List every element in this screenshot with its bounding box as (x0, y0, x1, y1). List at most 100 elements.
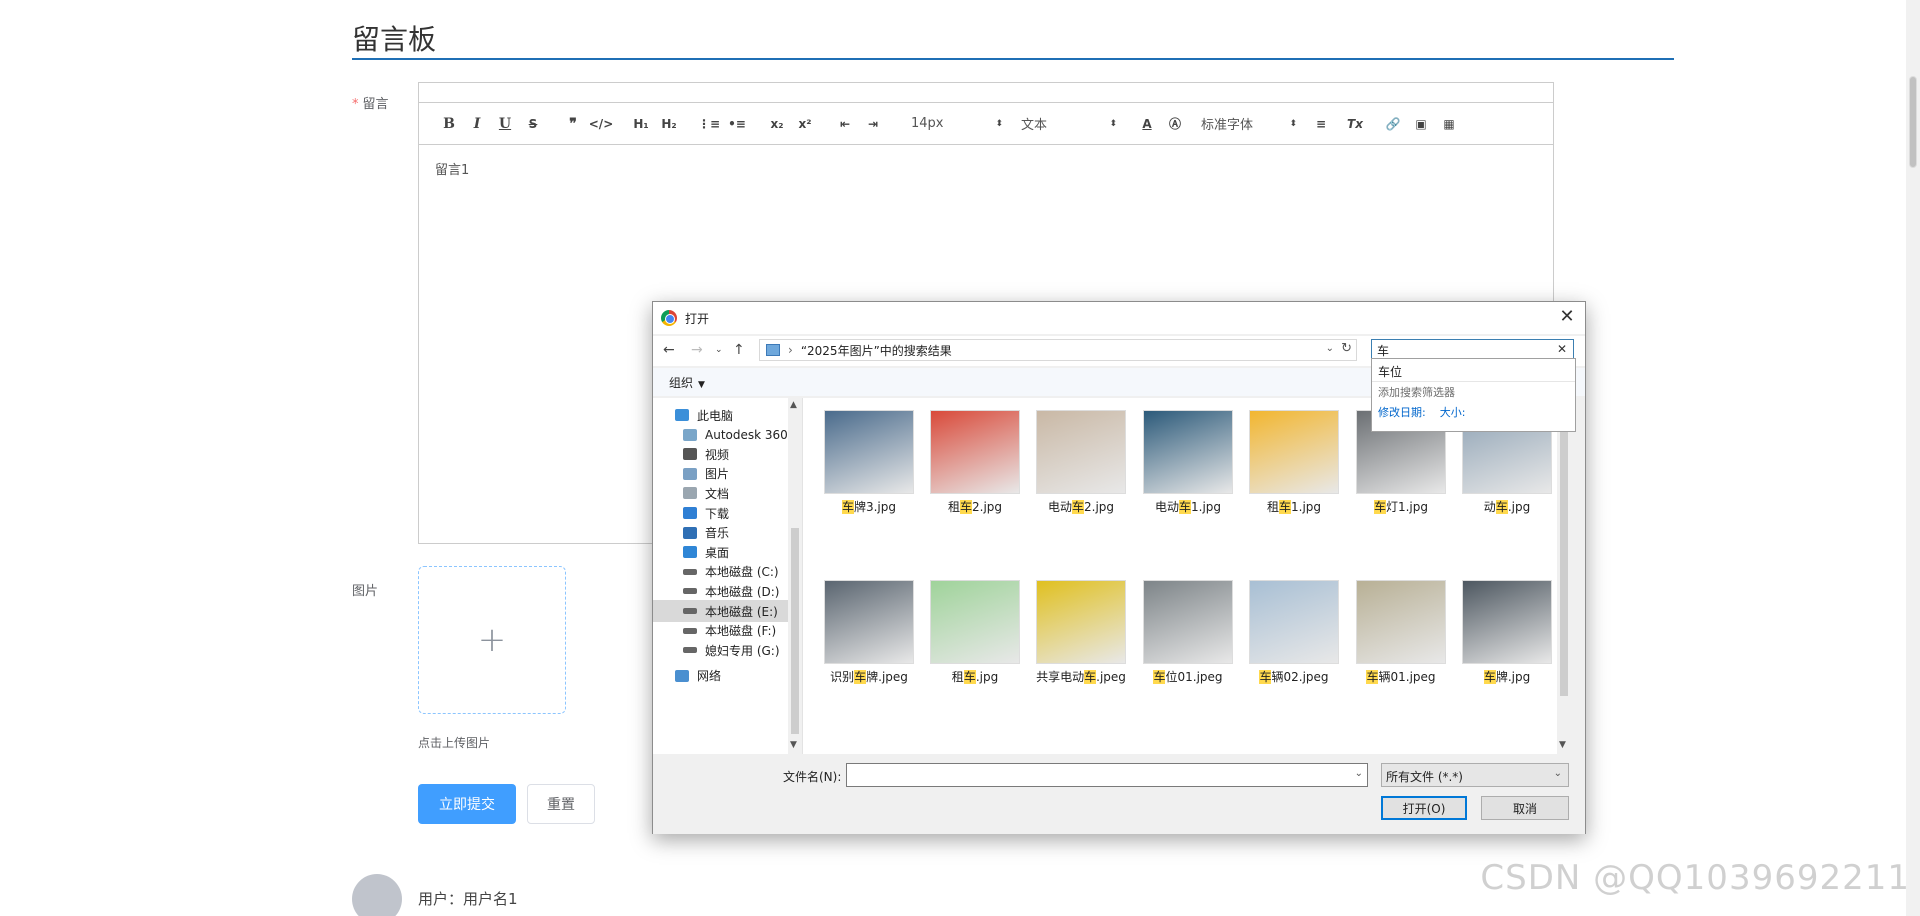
close-icon[interactable]: ✕ (1555, 306, 1579, 327)
ordered-list-icon[interactable]: ⋮≡ (695, 112, 723, 136)
subscript-icon[interactable]: x₂ (763, 112, 791, 136)
indent-icon[interactable]: ⇥ (859, 112, 887, 136)
nav-item-label: Autodesk 360 (705, 427, 788, 442)
clear-search-icon[interactable]: ✕ (1557, 342, 1567, 356)
organize-label: 组织 (669, 375, 694, 390)
file-thumbnail (1249, 410, 1339, 494)
drive-icon (683, 588, 697, 595)
file-thumbnail (930, 580, 1020, 664)
underline-icon[interactable]: U (491, 112, 519, 136)
strike-icon[interactable]: S (519, 112, 547, 136)
outdent-icon[interactable]: ⇤ (831, 112, 859, 136)
scroll-down-icon[interactable]: ▼ (1559, 740, 1566, 750)
block-type-select[interactable]: 文本 ⬍ (1017, 112, 1121, 136)
file-thumbnail (1249, 580, 1339, 664)
select-arrow-icon: ⬍ (1289, 118, 1297, 129)
file-item[interactable]: 租车1.jpg (1246, 410, 1342, 516)
page-scrollbar[interactable] (1906, 0, 1920, 916)
clear-format-icon[interactable]: Tx (1341, 112, 1369, 136)
documents-folder-icon (683, 487, 697, 500)
forward-icon[interactable]: → (691, 342, 703, 358)
filter-modified-link[interactable]: 修改日期: (1378, 406, 1426, 419)
up-icon[interactable]: ↑ (733, 342, 745, 358)
file-item[interactable]: 共享电动车.jpeg (1033, 580, 1129, 686)
file-item[interactable]: 车位01.jpeg (1140, 580, 1236, 686)
image-icon[interactable]: ▣ (1407, 112, 1435, 136)
required-mark: * (352, 97, 359, 112)
filter-links: 修改日期: 大小: (1372, 400, 1575, 424)
file-item[interactable]: 电动车2.jpg (1033, 410, 1129, 516)
file-thumbnail (824, 580, 914, 664)
h2-icon[interactable]: H₂ (655, 112, 683, 136)
search-suggestions: 车位 添加搜索筛选器 修改日期: 大小: (1371, 358, 1576, 432)
file-name: 车牌.jpg (1483, 670, 1531, 684)
video-icon[interactable]: ▦ (1435, 112, 1463, 136)
network-icon (675, 669, 689, 682)
organize-menu[interactable]: 组织 ▼ (669, 374, 705, 391)
file-name: 动车.jpg (1483, 500, 1531, 514)
caret-down-icon: ▼ (698, 379, 705, 390)
file-item[interactable]: 租车.jpg (927, 580, 1023, 686)
code-icon[interactable]: </> (587, 112, 615, 136)
nav-scrollbar[interactable]: ▲ ▼ (788, 398, 802, 754)
file-item[interactable]: 电动车1.jpg (1140, 410, 1236, 516)
nav-item-label: 本地磁盘 (E:) (705, 604, 778, 619)
refresh-icon[interactable]: ↻ (1341, 341, 1352, 356)
file-item[interactable]: 识别车牌.jpeg (821, 580, 917, 686)
cancel-button[interactable]: 取消 (1481, 796, 1569, 820)
reset-button[interactable]: 重置 (527, 784, 595, 824)
link-icon[interactable]: 🔗 (1379, 112, 1407, 136)
file-thumbnail (930, 410, 1020, 494)
file-name: 车牌3.jpg (841, 500, 897, 514)
font-color-icon[interactable]: A (1133, 112, 1161, 136)
scroll-down-icon[interactable]: ▼ (790, 740, 797, 750)
file-item[interactable]: 车牌3.jpg (821, 410, 917, 516)
italic-icon[interactable]: I (463, 112, 491, 136)
image-uploader[interactable]: + (418, 566, 566, 714)
filetype-select[interactable]: 所有文件 (*.*) ⌄ (1381, 763, 1569, 787)
dialog-titlebar: 打开 ✕ (653, 302, 1585, 334)
scroll-thumb[interactable] (791, 528, 799, 734)
editor-content[interactable]: 留言1 (419, 145, 1553, 192)
search-value: 车 (1377, 343, 1390, 358)
select-arrow-icon: ⬍ (1109, 118, 1117, 129)
quote-icon[interactable]: ❞ (559, 112, 587, 136)
address-bar[interactable]: › “2025年图片”中的搜索结果 ⌄ ↻ (759, 339, 1357, 361)
back-icon[interactable]: ← (663, 342, 675, 358)
nav-item[interactable]: 媳妇专用 (G:) (653, 639, 789, 661)
file-thumbnail (1036, 410, 1126, 494)
scroll-thumb[interactable] (1909, 76, 1917, 168)
dialog-footer: 文件名(N): ⌄ 所有文件 (*.*) ⌄ 打开(O) 取消 (653, 754, 1585, 834)
block-type-value: 文本 (1021, 118, 1048, 133)
scroll-thumb[interactable] (1560, 416, 1568, 696)
nav-item[interactable]: 网络 (653, 665, 789, 687)
font-family-select[interactable]: 标准字体 ⬍ (1197, 112, 1301, 136)
file-name: 车位01.jpeg (1153, 670, 1223, 684)
filename-input[interactable]: ⌄ (846, 763, 1368, 787)
submit-button[interactable]: 立即提交 (418, 784, 516, 824)
recent-dropdown-icon[interactable]: ⌄ (715, 345, 723, 355)
suggestion-item[interactable]: 车位 (1372, 359, 1575, 381)
file-item[interactable]: 车辆01.jpeg (1353, 580, 1449, 686)
drive-icon (683, 627, 697, 634)
filter-size-link[interactable]: 大小: (1440, 406, 1466, 419)
file-item[interactable]: 租车2.jpg (927, 410, 1023, 516)
chevron-down-icon[interactable]: ⌄ (1355, 768, 1363, 779)
nav-item-label: 下载 (705, 506, 730, 521)
superscript-icon[interactable]: x² (791, 112, 819, 136)
bullet-list-icon[interactable]: •≡ (723, 112, 751, 136)
file-item[interactable]: 车辆02.jpeg (1246, 580, 1342, 686)
background-color-icon[interactable]: Ⓐ (1161, 112, 1189, 136)
font-size-select[interactable]: 14px ⬍ (907, 112, 1007, 136)
scroll-up-icon[interactable]: ▲ (790, 400, 797, 410)
file-name: 共享电动车.jpeg (1036, 670, 1126, 684)
font-family-value: 标准字体 (1201, 118, 1254, 133)
drive-icon (683, 608, 697, 614)
align-icon[interactable]: ≡ (1307, 112, 1335, 136)
files-scrollbar[interactable]: ▼ (1557, 398, 1571, 754)
chevron-down-icon[interactable]: ⌄ (1326, 343, 1334, 354)
open-button[interactable]: 打开(O) (1381, 796, 1467, 820)
file-item[interactable]: 车牌.jpg (1459, 580, 1555, 686)
bold-icon[interactable]: B (435, 112, 463, 136)
h1-icon[interactable]: H₁ (627, 112, 655, 136)
